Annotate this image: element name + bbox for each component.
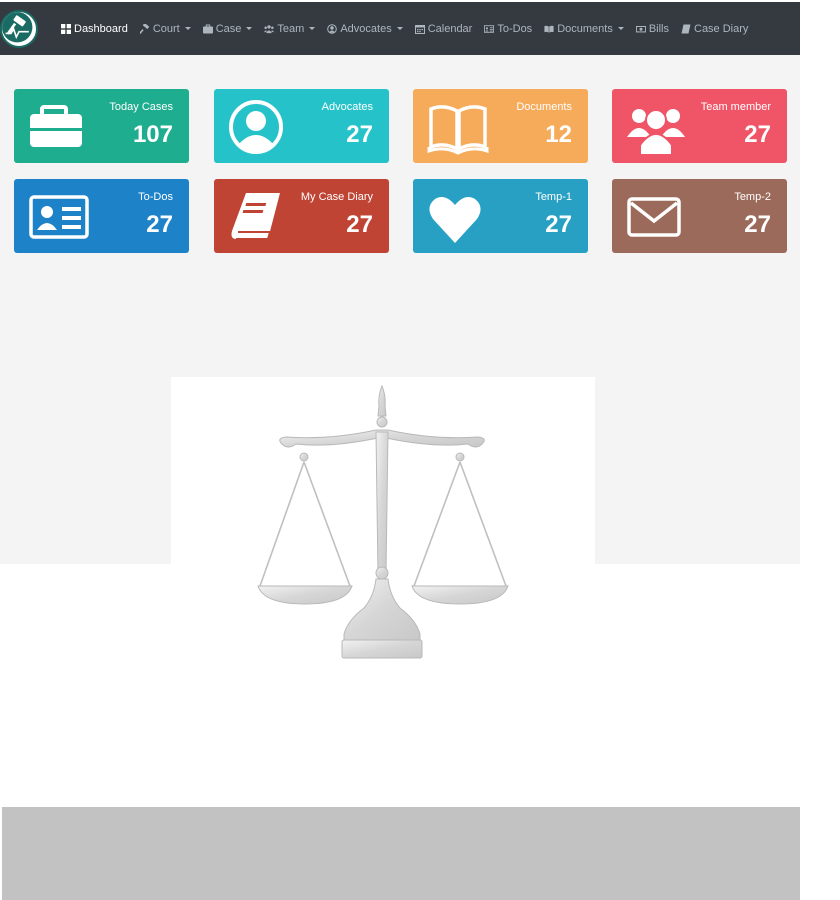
nav-item-todos[interactable]: To-Dos xyxy=(484,23,532,35)
card-temp-2[interactable]: Temp-2 27 xyxy=(612,179,787,253)
card-label: Temp-1 xyxy=(535,191,572,203)
nav-label-case: Case xyxy=(215,22,242,35)
briefcase-icon xyxy=(28,99,84,155)
card-count: 27 xyxy=(744,211,771,238)
grid-icon xyxy=(61,23,71,34)
chevron-down-icon xyxy=(309,27,316,30)
card-today-cases[interactable]: Today Cases 107 xyxy=(14,89,189,163)
card-label: My Case Diary xyxy=(300,191,373,203)
nav-label-court: Court xyxy=(152,22,180,35)
card-count: 27 xyxy=(146,211,173,238)
card-label: To-Dos xyxy=(138,191,173,203)
nav-item-calendar[interactable]: Calendar xyxy=(414,22,473,35)
book-open-icon xyxy=(427,99,489,155)
gavel-logo-icon xyxy=(2,12,33,43)
book-open-icon xyxy=(544,25,554,33)
card-label: Today Cases xyxy=(109,101,173,113)
app-logo[interactable] xyxy=(0,10,38,48)
nav-item-case-diary[interactable]: Case Diary xyxy=(681,23,748,35)
nav-label-todos: To-Dos xyxy=(497,22,533,35)
nav-item-documents[interactable]: Documents xyxy=(544,23,624,35)
chevron-down-icon xyxy=(184,27,191,30)
user-circle-icon xyxy=(228,99,284,155)
card-temp-1[interactable]: Temp-1 27 xyxy=(413,179,588,253)
user-circle-icon xyxy=(327,23,338,34)
gavel-icon xyxy=(139,23,150,34)
card-count: 27 xyxy=(346,211,373,238)
id-card-icon xyxy=(28,189,89,245)
card-documents[interactable]: Documents 12 xyxy=(413,89,588,163)
card-team-member[interactable]: Team member 27 xyxy=(612,89,787,163)
footer-bar xyxy=(2,807,800,900)
id-card-icon xyxy=(484,24,495,33)
heart-icon xyxy=(427,189,483,245)
navbar: Dashboard Court Case Team Advocates Cale… xyxy=(0,2,800,55)
card-count: 107 xyxy=(132,121,173,148)
book-icon xyxy=(228,189,284,245)
chevron-down-icon xyxy=(617,27,624,30)
card-label: Team member xyxy=(700,101,771,113)
users-icon xyxy=(626,99,685,156)
nav-label-case-diary: Case Diary xyxy=(694,22,749,35)
book-icon xyxy=(681,24,691,33)
nav-item-bills[interactable]: Bills xyxy=(635,22,669,35)
chevron-down-icon xyxy=(396,27,403,30)
envelope-icon xyxy=(626,189,682,245)
card-label: Advocates xyxy=(321,101,373,113)
nav-label-team: Team xyxy=(277,22,305,35)
card-count: 27 xyxy=(346,121,373,148)
nav-label-advocates: Advocates xyxy=(340,22,392,35)
nav-label-dashboard: Dashboard xyxy=(74,22,128,35)
nav-label-calendar: Calendar xyxy=(427,22,473,35)
nav-label-documents: Documents xyxy=(557,22,613,35)
users-icon xyxy=(264,24,275,33)
nav-menu: Dashboard Court Case Team Advocates Cale… xyxy=(61,2,748,55)
nav-label-bills: Bills xyxy=(648,22,669,35)
card-count: 27 xyxy=(545,211,572,238)
nav-item-team[interactable]: Team xyxy=(264,22,316,35)
nav-item-court[interactable]: Court xyxy=(139,22,191,35)
calendar-icon xyxy=(414,24,425,34)
card-label: Temp-2 xyxy=(734,191,771,203)
briefcase-icon xyxy=(202,24,213,33)
nav-item-dashboard[interactable]: Dashboard xyxy=(61,23,128,35)
card-label: Documents xyxy=(516,101,572,113)
card-advocates[interactable]: Advocates 27 xyxy=(214,89,389,163)
card-count: 27 xyxy=(744,121,771,148)
nav-item-case[interactable]: Case xyxy=(202,22,253,35)
money-bill-icon xyxy=(635,25,646,32)
nav-item-advocates[interactable]: Advocates xyxy=(327,22,403,35)
scales-of-justice-icon xyxy=(257,384,509,659)
card-todos[interactable]: To-Dos 27 xyxy=(14,179,189,253)
card-my-case-diary[interactable]: My Case Diary 27 xyxy=(214,179,389,253)
chevron-down-icon xyxy=(246,27,253,30)
card-count: 12 xyxy=(545,121,572,148)
